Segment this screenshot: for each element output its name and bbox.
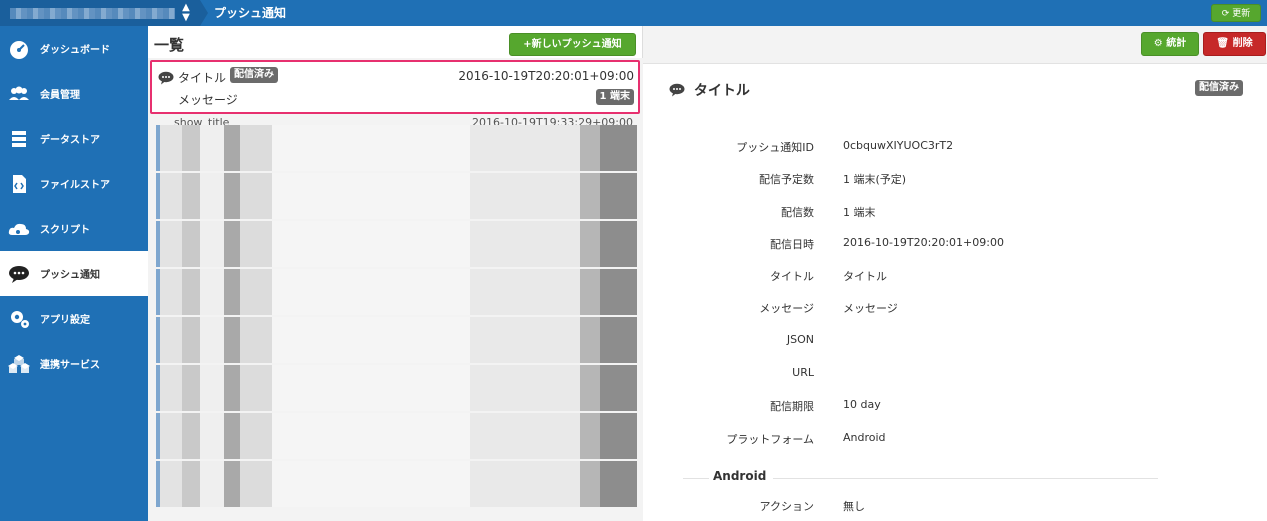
list-item-redacted[interactable] — [156, 317, 637, 363]
sidebar-item-label: 連携サービス — [40, 360, 100, 371]
field-label-action: アクション — [759, 500, 814, 513]
page-title: プッシュ通知 — [214, 6, 287, 20]
divider — [773, 478, 1158, 479]
datastore-icon — [12, 131, 26, 147]
sidebar-item-script[interactable]: スクリプト — [0, 206, 148, 251]
sidebar-item-label: ファイルストア — [40, 180, 110, 191]
sidebar-item-filestore[interactable]: ファイルストア — [0, 161, 148, 206]
status-badge: 配信済み — [1195, 80, 1243, 96]
sidebar-item-label: スクリプト — [40, 225, 90, 236]
field-label-message: メッセージ — [759, 302, 814, 315]
field-value-delivered: 1 端末 — [843, 206, 876, 219]
stats-button[interactable]: ⚙ 統計 — [1141, 32, 1199, 56]
list-item-selected[interactable]: タイトル 配信済み 2016-10-19T20:20:01+09:00 メッセー… — [150, 60, 640, 114]
field-label-json: JSON — [786, 333, 814, 346]
refresh-button[interactable]: ⟳ 更新 — [1211, 4, 1261, 22]
delete-button[interactable]: 🗑 削除 — [1203, 32, 1266, 56]
chat-bubble-icon — [669, 83, 685, 97]
top-bar: ▲ ▼ プッシュ通知 ⟳ 更新 — [0, 0, 1267, 26]
field-label-delivered: 配信数 — [781, 206, 814, 219]
field-value-delivery-date: 2016-10-19T20:20:01+09:00 — [843, 236, 1004, 249]
item-message: メッセージ — [178, 93, 238, 107]
sidebar-item-label: データストア — [40, 135, 100, 146]
field-value-action: 無し — [843, 500, 865, 513]
field-value-expiry: 10 day — [843, 398, 881, 411]
android-section-title: Android — [713, 469, 767, 483]
app-name-redacted — [10, 8, 175, 19]
detail-toolbar: ⚙ 統計 🗑 削除 — [643, 26, 1267, 64]
detail-panel: ⚙ 統計 🗑 削除 タイトル 配信済み プッシュ通知ID 0cbquwXIYUO… — [643, 26, 1267, 521]
chat-bubble-icon — [158, 71, 174, 85]
delete-label: 削除 — [1232, 38, 1253, 49]
status-badge: 配信済み — [230, 67, 278, 83]
field-value-planned: 1 端末(予定) — [843, 173, 907, 186]
trash-icon: 🗑 — [1216, 38, 1230, 49]
sidebar-item-label: 会員管理 — [40, 90, 80, 101]
list-item-redacted[interactable] — [156, 461, 637, 507]
list-title: 一覧 — [154, 36, 185, 54]
dashboard-icon — [10, 41, 28, 59]
divider — [683, 478, 709, 479]
sidebar-item-dashboard[interactable]: ダッシュボード — [0, 26, 148, 71]
notification-list: タイトル 配信済み 2016-10-19T20:20:01+09:00 メッセー… — [148, 58, 643, 521]
sidebar-item-label: アプリ設定 — [40, 315, 90, 326]
field-label-push-id: プッシュ通知ID — [736, 141, 814, 154]
users-icon — [9, 86, 29, 100]
list-item-redacted[interactable] — [156, 365, 637, 411]
new-push-button[interactable]: +新しいプッシュ通知 — [509, 33, 636, 56]
field-value-platform: Android — [843, 431, 886, 444]
notification-list-panel: 一覧 +新しいプッシュ通知 タイトル 配信済み 2016-10-19T20:20… — [148, 26, 643, 521]
app-selector[interactable]: ▲ ▼ — [0, 0, 200, 26]
cloud-gear-icon — [8, 223, 30, 235]
list-item-redacted[interactable] — [156, 269, 637, 315]
cubes-icon — [8, 355, 30, 373]
gear-icon: ⚙ — [1153, 38, 1163, 49]
list-item-redacted[interactable] — [156, 221, 637, 267]
field-label-title: タイトル — [770, 270, 814, 283]
list-item-redacted[interactable] — [156, 173, 637, 219]
sidebar-item-integrations[interactable]: 連携サービス — [0, 341, 148, 386]
field-label-url: URL — [792, 366, 814, 379]
sidebar-item-label: プッシュ通知 — [40, 270, 100, 281]
detail-title: タイトル — [693, 83, 750, 99]
detail-heading: タイトル — [669, 80, 750, 100]
sidebar-item-app-settings[interactable]: アプリ設定 — [0, 296, 148, 341]
field-label-platform: プラットフォーム — [726, 433, 814, 446]
sidebar-item-users[interactable]: 会員管理 — [0, 71, 148, 116]
field-value-message: メッセージ — [843, 302, 898, 315]
sidebar-item-datastore[interactable]: データストア — [0, 116, 148, 161]
field-value-push-id: 0cbquwXIYUOC3rT2 — [843, 139, 954, 152]
chat-bubble-icon — [9, 266, 29, 283]
file-code-icon — [13, 175, 26, 193]
field-label-delivery-date: 配信日時 — [770, 238, 814, 251]
sort-arrows-icon[interactable]: ▲ ▼ — [178, 3, 194, 23]
sidebar: ダッシュボード 会員管理 データストア ファイルストア スクリプト プッシュ通知… — [0, 26, 148, 521]
field-label-planned: 配信予定数 — [759, 173, 814, 186]
field-value-title: タイトル — [843, 270, 887, 283]
list-item-redacted[interactable] — [156, 413, 637, 459]
refresh-label: 更新 — [1232, 9, 1251, 19]
item-date: 2016-10-19T20:20:01+09:00 — [458, 69, 634, 83]
gears-icon — [11, 311, 29, 328]
field-label-expiry: 配信期限 — [770, 400, 814, 413]
list-item-redacted[interactable] — [156, 125, 637, 171]
sidebar-item-label: ダッシュボード — [40, 45, 110, 56]
item-title: タイトル — [178, 71, 227, 85]
device-count-badge: 1 端末 — [595, 89, 634, 105]
sidebar-item-push[interactable]: プッシュ通知 — [0, 251, 148, 296]
refresh-icon: ⟳ — [1221, 9, 1230, 19]
breadcrumb-arrow — [200, 0, 208, 26]
stats-label: 統計 — [1166, 38, 1187, 49]
